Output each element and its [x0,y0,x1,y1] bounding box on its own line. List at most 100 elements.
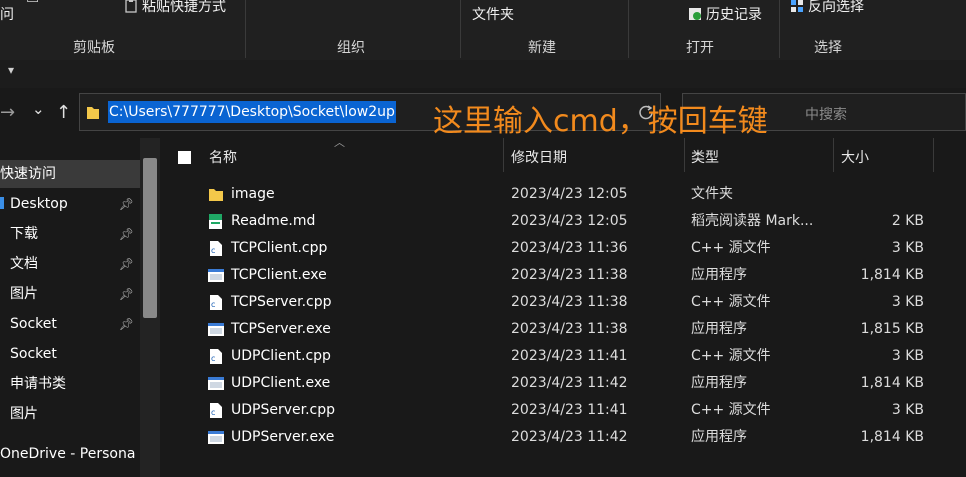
pin-icon[interactable]: 📌︎ [119,220,134,248]
pin-icon[interactable]: 📌︎ [119,310,134,338]
sidebar-item-label: 图片 [10,286,38,302]
file-type: 稻壳阅读器 Mark... [691,213,814,229]
file-size: 3 KB [891,402,924,418]
cpp-file-icon: c [210,241,222,256]
pin-icon[interactable]: 📌︎ [119,280,134,308]
exe-icon [208,269,224,282]
sidebar-item-desktop[interactable]: Desktop 📌︎ [0,190,140,218]
sidebar-item-onedrive[interactable]: OneDrive - Persona [0,440,140,468]
sidebar-item-pictures[interactable]: 图片 📌︎ [0,280,140,308]
pin-icon[interactable]: 📌︎ [119,190,134,218]
file-name: UDPServer.exe [231,429,335,445]
table-row[interactable]: c UDPClient.cpp 2023/4/23 11:41 C++ 源文件 … [200,343,940,370]
file-type: C++ 源文件 [691,402,771,418]
paste-shortcut-icon [124,0,138,13]
file-date: 2023/4/23 11:42 [511,429,628,445]
new-folder-button[interactable]: 文件夹 [472,4,514,24]
sidebar-item-downloads[interactable]: 下载 📌︎ [0,220,140,248]
ribbon-divider [779,0,780,58]
quick-access-toolbar: ▾ [0,60,966,88]
svg-text:c: c [211,354,215,363]
sidebar-item-pictures-2[interactable]: 图片 [0,400,140,428]
file-name: TCPClient.exe [231,267,327,283]
file-size: 2 KB [891,213,924,229]
table-row[interactable]: TCPClient.exe 2023/4/23 11:38 应用程序 1,814… [200,262,940,289]
file-size: 1,814 KB [860,267,924,283]
sidebar-item-applications[interactable]: 申请书类 [0,370,140,398]
folder-icon [209,189,223,201]
ribbon: ▭ 问 粘贴快捷方式 文件夹 历史记录 反向选择 剪贴板 组织 新建 打开 选择 [0,0,966,60]
exe-icon [208,323,224,336]
sidebar-item-label: Desktop [10,196,68,212]
file-date: 2023/4/23 11:42 [511,375,628,391]
cpp-file-icon: c [210,349,222,364]
table-row[interactable]: TCPServer.exe 2023/4/23 11:38 应用程序 1,815… [200,316,940,343]
column-header-type[interactable]: 类型 [691,146,719,170]
quick-access-dropdown-icon[interactable]: ▾ [8,63,14,77]
sidebar-item-label: OneDrive - Persona [0,446,136,462]
ribbon-group-clipboard: 剪贴板 [73,40,115,56]
table-row[interactable]: c TCPClient.cpp 2023/4/23 11:36 C++ 源文件 … [200,235,940,262]
file-name: UDPServer.cpp [231,402,336,418]
sidebar-item-label: Socket [10,316,57,332]
table-row[interactable]: image 2023/4/23 12:05 文件夹 [200,181,940,208]
column-divider[interactable] [503,138,504,172]
table-row[interactable]: UDPClient.exe 2023/4/23 11:42 应用程序 1,814… [200,370,940,397]
table-row[interactable]: c TCPServer.cpp 2023/4/23 11:38 C++ 源文件 … [200,289,940,316]
file-size: 1,815 KB [860,321,924,337]
sidebar-item-label: 快速访问 [0,166,56,182]
table-row[interactable]: UDPServer.exe 2023/4/23 11:42 应用程序 1,814… [200,424,940,451]
sidebar-item-label: Socket [10,346,57,362]
instruction-annotation: 这里输入cmd，按回车键 [433,104,768,139]
sidebar-item-quick-access[interactable]: 快速访问 [0,160,140,188]
file-name: image [231,186,275,202]
ribbon-clipped-label: ▭ [26,0,39,7]
column-divider[interactable] [684,138,685,172]
folder-icon [87,107,99,119]
table-row[interactable]: c UDPServer.cpp 2023/4/23 11:41 C++ 源文件 … [200,397,940,424]
address-path[interactable]: C:\Users\777777\Desktop\Socket\low2up [108,101,396,123]
scrollbar-thumb[interactable] [143,158,157,318]
sidebar-scrollbar[interactable] [140,138,160,477]
navigation-pane: 快速访问 Desktop 📌︎ 下载 📌︎ 文档 📌︎ 图片 📌︎ Socket… [0,138,160,477]
column-header-size[interactable]: 大小 [841,146,869,170]
exe-icon [208,431,224,444]
sidebar-item-label: 文档 [10,256,38,272]
file-name: TCPServer.exe [231,321,331,337]
svg-text:c: c [211,246,215,255]
sort-ascending-icon: ︿ [334,136,345,149]
column-divider[interactable] [933,138,934,172]
pin-icon[interactable]: 📌︎ [119,250,134,278]
file-date: 2023/4/23 11:36 [511,240,628,256]
paste-shortcut-button[interactable]: 粘贴快捷方式 [124,0,226,16]
ribbon-group-new: 新建 [528,40,556,56]
recent-locations-chevron-icon[interactable]: ⌄ [32,100,45,118]
column-divider[interactable] [833,138,834,172]
select-all-checkbox[interactable] [178,146,191,170]
invert-selection-label: 反向选择 [808,0,864,15]
column-header-name[interactable]: 名称 [209,146,237,170]
file-size: 3 KB [891,348,924,364]
file-date: 2023/4/23 11:41 [511,348,628,364]
sidebar-item-label: 下载 [10,226,38,242]
svg-text:c: c [211,408,215,417]
ribbon-divider [460,0,461,58]
table-row[interactable]: Readme.md 2023/4/23 12:05 稻壳阅读器 Mark... … [200,208,940,235]
cpp-file-icon: c [210,403,222,418]
sidebar-item-socket-pinned[interactable]: Socket 📌︎ [0,310,140,338]
invert-selection-icon [790,0,804,13]
sidebar-item-label: 图片 [10,406,38,422]
file-date: 2023/4/23 11:38 [511,321,628,337]
history-button[interactable]: 历史记录 [688,4,762,24]
file-date: 2023/4/23 11:38 [511,294,628,310]
ribbon-group-select: 选择 [814,40,842,56]
ribbon-item-access[interactable]: 问 [0,4,14,24]
sidebar-item-documents[interactable]: 文档 📌︎ [0,250,140,278]
sidebar-item-socket[interactable]: Socket [0,340,140,368]
invert-selection-button[interactable]: 反向选择 [790,0,864,16]
column-header-date[interactable]: 修改日期 [511,146,567,170]
forward-arrow-icon[interactable]: → [0,102,15,123]
up-arrow-icon[interactable]: ↑ [56,102,71,123]
file-type: 应用程序 [691,375,747,391]
file-date: 2023/4/23 11:38 [511,267,628,283]
